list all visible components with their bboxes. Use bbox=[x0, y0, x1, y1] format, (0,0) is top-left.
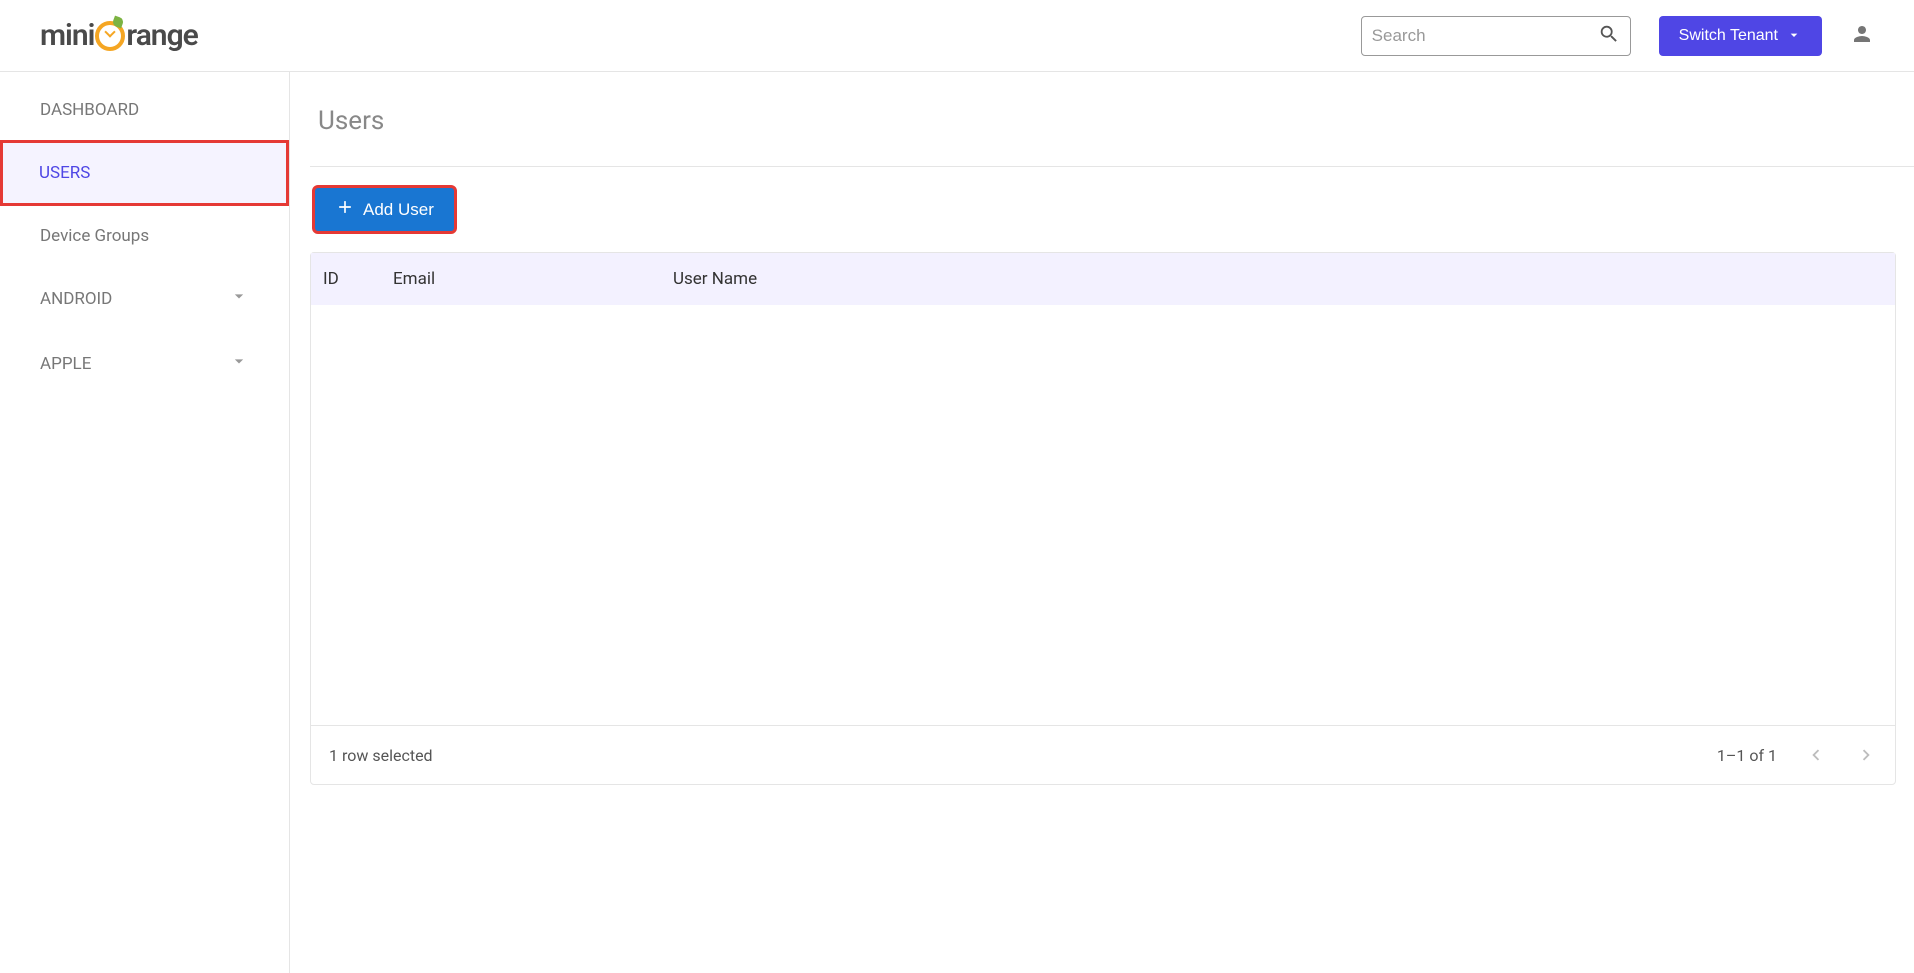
sidebar: DASHBOARD USERS Device Groups ANDROID AP… bbox=[0, 72, 290, 973]
add-user-button[interactable]: Add User bbox=[312, 185, 457, 234]
logo-text-suffix: range bbox=[126, 18, 197, 53]
sidebar-item-label: APPLE bbox=[40, 354, 91, 374]
add-user-label: Add User bbox=[363, 200, 434, 220]
sidebar-item-android[interactable]: ANDROID bbox=[0, 266, 289, 331]
pagination: 1–1 of 1 bbox=[1717, 744, 1877, 766]
search-icon[interactable] bbox=[1598, 23, 1620, 49]
search-box[interactable] bbox=[1361, 16, 1631, 56]
search-input[interactable] bbox=[1372, 26, 1598, 46]
switch-tenant-label: Switch Tenant bbox=[1679, 27, 1778, 45]
page-title: Users bbox=[310, 92, 1914, 167]
sidebar-item-label: ANDROID bbox=[40, 289, 112, 309]
column-header-email[interactable]: Email bbox=[393, 269, 673, 289]
switch-tenant-button[interactable]: Switch Tenant bbox=[1659, 16, 1822, 56]
column-header-id[interactable]: ID bbox=[323, 269, 393, 289]
user-menu-icon[interactable] bbox=[1850, 22, 1874, 50]
app-header: mini range Switch Tenant bbox=[0, 0, 1914, 72]
pagination-next-button[interactable] bbox=[1855, 744, 1877, 766]
sidebar-item-dashboard[interactable]: DASHBOARD bbox=[0, 80, 289, 140]
main-content: Users Add User ID Email User Name 1 row … bbox=[290, 72, 1914, 973]
plus-icon bbox=[335, 197, 355, 222]
selection-status: 1 row selected bbox=[329, 746, 433, 765]
layout: DASHBOARD USERS Device Groups ANDROID AP… bbox=[0, 72, 1914, 973]
header-right: Switch Tenant bbox=[1361, 16, 1874, 56]
sidebar-item-label: DASHBOARD bbox=[40, 100, 139, 120]
pagination-prev-button[interactable] bbox=[1805, 744, 1827, 766]
column-header-username[interactable]: User Name bbox=[673, 269, 1883, 289]
sidebar-item-label: Device Groups bbox=[40, 226, 149, 246]
table-body bbox=[311, 305, 1895, 725]
logo-text-prefix: mini bbox=[40, 18, 94, 53]
pagination-range: 1–1 of 1 bbox=[1717, 746, 1777, 765]
chevron-down-icon bbox=[229, 351, 249, 376]
logo-orange-icon bbox=[95, 21, 125, 51]
sidebar-item-users[interactable]: USERS bbox=[0, 140, 289, 206]
chevron-down-icon bbox=[229, 286, 249, 311]
sidebar-item-device-groups[interactable]: Device Groups bbox=[0, 206, 289, 266]
sidebar-item-apple[interactable]: APPLE bbox=[0, 331, 289, 396]
table-header: ID Email User Name bbox=[311, 253, 1895, 305]
chevron-down-icon bbox=[1786, 27, 1802, 45]
table-footer: 1 row selected 1–1 of 1 bbox=[311, 725, 1895, 784]
logo: mini range bbox=[40, 18, 198, 53]
sidebar-item-label: USERS bbox=[39, 163, 90, 183]
users-table: ID Email User Name 1 row selected 1–1 of… bbox=[310, 252, 1896, 785]
